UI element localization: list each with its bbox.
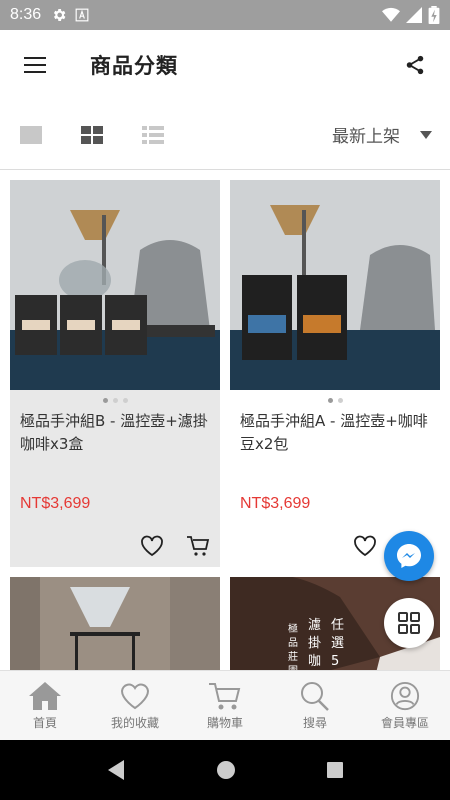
nav-label: 搜尋 [302, 715, 327, 730]
product-image[interactable] [10, 577, 220, 670]
search-icon [301, 681, 329, 711]
share-icon [406, 55, 424, 75]
single-view-icon [19, 125, 42, 144]
list-view-icon [141, 125, 164, 144]
sort-label: 最新上架 [332, 127, 400, 147]
status-time: 8:36 [10, 6, 42, 23]
product-card[interactable]: 極品手沖組B - 溫控壺+濾掛咖啡x3盒 NT$3,699 [10, 180, 220, 567]
grid-view-icon [80, 125, 103, 144]
hamburger-menu-icon [24, 57, 46, 73]
bottom-navigation: 首頁 我的收藏 購物車 搜尋 會員專區 [0, 670, 450, 740]
product-card[interactable] [10, 577, 220, 670]
nav-label: 會員專區 [380, 715, 429, 730]
messenger-icon [397, 544, 421, 568]
back-icon[interactable] [106, 759, 126, 781]
nav-item-account[interactable]: 會員專區 [360, 671, 450, 740]
account-icon [390, 681, 420, 710]
app-screen: 8:36 商品分類 最新上架 極品手沖組B - 溫控壺+濾掛咖啡x3盒 NT$3… [0, 0, 450, 800]
category-menu-button[interactable] [384, 598, 434, 648]
view-toolbar: 最新上架 [0, 100, 450, 170]
nav-item-favorites[interactable]: 我的收藏 [90, 671, 180, 740]
product-name[interactable]: 極品手沖組A - 溫控壺+咖啡豆x2包 [230, 410, 440, 480]
recents-icon[interactable] [326, 761, 344, 779]
product-price: NT$3,699 [20, 495, 91, 512]
menu-button[interactable] [0, 30, 70, 100]
nav-item-home[interactable]: 首頁 [0, 671, 90, 740]
home-circle-icon[interactable] [216, 760, 236, 780]
add-to-cart-button[interactable] [186, 535, 210, 557]
page-title: 商品分類 [90, 54, 178, 78]
nav-item-search[interactable]: 搜尋 [270, 671, 360, 740]
favorite-button[interactable] [353, 535, 377, 557]
product-card[interactable]: 極品手沖組A - 溫控壺+咖啡豆x2包 NT$3,699 [230, 180, 440, 567]
product-name[interactable]: 極品手沖組B - 溫控壺+濾掛咖啡x3盒 [10, 410, 220, 480]
grid-view-button[interactable] [61, 110, 122, 160]
home-icon [29, 681, 61, 710]
carousel-dots [10, 390, 220, 410]
status-bar: 8:36 [0, 0, 450, 30]
grid-menu-icon [398, 612, 420, 634]
nav-label: 首頁 [32, 715, 57, 730]
heart-icon [141, 535, 163, 557]
carousel-dots [230, 390, 440, 410]
cart-icon [187, 536, 210, 556]
dropdown-arrow-icon [420, 130, 432, 139]
single-view-button[interactable] [0, 110, 61, 160]
product-image[interactable] [10, 180, 220, 390]
cart-icon [209, 682, 241, 709]
app-bar: 商品分類 [0, 30, 450, 100]
wifi-icon [382, 7, 400, 22]
heart-icon [354, 535, 376, 557]
product-image[interactable] [230, 180, 440, 390]
favorite-button[interactable] [140, 535, 164, 557]
font-icon [75, 8, 89, 22]
heart-icon [120, 683, 150, 709]
image-overlay-text: 極品莊園 濾掛咖 任選5 [288, 618, 345, 670]
nav-item-cart[interactable]: 購物車 [180, 671, 270, 740]
sort-dropdown[interactable]: 最新上架 [332, 122, 432, 147]
product-price: NT$3,699 [240, 495, 311, 512]
nav-label: 我的收藏 [110, 715, 159, 730]
product-grid: 極品手沖組B - 溫控壺+濾掛咖啡x3盒 NT$3,699 極品手沖組A - 溫… [0, 170, 450, 670]
list-view-button[interactable] [122, 110, 183, 160]
messenger-chat-button[interactable] [384, 531, 434, 581]
battery-charging-icon [428, 6, 440, 24]
system-navigation-bar [0, 740, 450, 800]
share-button[interactable] [380, 30, 450, 100]
signal-icon [406, 7, 422, 23]
settings-icon [54, 9, 66, 21]
nav-label: 購物車 [206, 715, 243, 730]
